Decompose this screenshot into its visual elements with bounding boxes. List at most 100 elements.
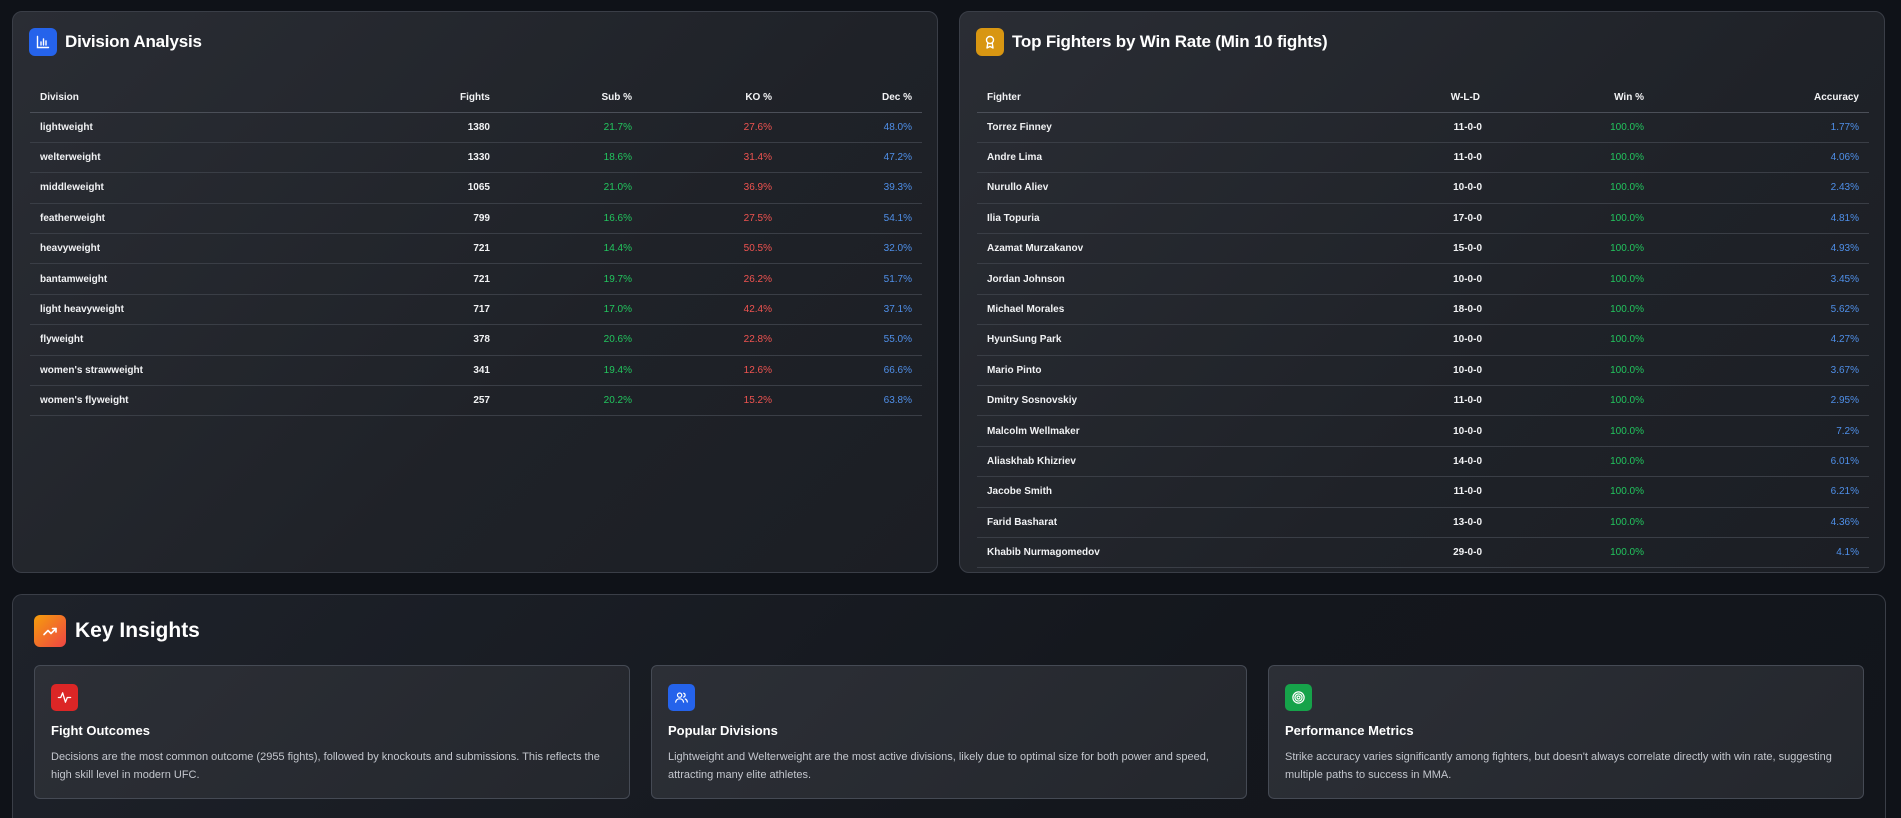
fighter-row[interactable]: Michael Morales 18-0-0 100.0% 5.62% bbox=[977, 294, 1869, 326]
top-fighters-panel: Top Fighters by Win Rate (Min 10 fights)… bbox=[959, 11, 1885, 573]
col-fights[interactable]: Fights bbox=[400, 84, 500, 113]
division-fights: 341 bbox=[400, 355, 500, 387]
division-row[interactable]: featherweight 799 16.6% 27.5% 54.1% bbox=[30, 203, 922, 235]
fighter-row[interactable]: Nurullo Aliev 10-0-0 100.0% 2.43% bbox=[977, 172, 1869, 204]
fighter-row[interactable]: Jordan Johnson 10-0-0 100.0% 3.45% bbox=[977, 263, 1869, 295]
col-ko[interactable]: KO % bbox=[642, 84, 782, 113]
fighter-accuracy: 6.21% bbox=[1654, 476, 1869, 508]
division-row[interactable]: lightweight 1380 21.7% 27.6% 48.0% bbox=[30, 112, 922, 143]
division-sub-pct: 20.2% bbox=[500, 385, 642, 417]
division-name: flyweight bbox=[30, 324, 400, 356]
division-ko-pct: 31.4% bbox=[642, 142, 782, 174]
fighter-win-pct: 100.0% bbox=[1492, 294, 1654, 326]
top-fighters-title: Top Fighters by Win Rate (Min 10 fights) bbox=[1012, 32, 1328, 51]
division-dec-pct: 51.7% bbox=[782, 263, 922, 295]
division-analysis-header: Division Analysis bbox=[29, 28, 202, 56]
award-icon bbox=[976, 28, 1004, 56]
bar-chart-icon bbox=[29, 28, 57, 56]
fighter-accuracy: 4.1% bbox=[1654, 537, 1869, 569]
insight-card-text: Decisions are the most common outcome (2… bbox=[51, 751, 600, 781]
fighter-record: 10-0-0 bbox=[1337, 415, 1492, 447]
fighter-record: 15-0-0 bbox=[1337, 233, 1492, 265]
insight-card-title: Fight Outcomes bbox=[51, 723, 150, 738]
col-division[interactable]: Division bbox=[30, 84, 400, 113]
key-insights-header: Key Insights bbox=[34, 615, 200, 647]
fighter-name: Dmitry Sosnovskiy bbox=[977, 385, 1337, 417]
division-ko-pct: 26.2% bbox=[642, 263, 782, 295]
fighter-accuracy: 6.01% bbox=[1654, 446, 1869, 478]
division-analysis-title: Division Analysis bbox=[65, 32, 202, 51]
fighter-row[interactable]: Azamat Murzakanov 15-0-0 100.0% 4.93% bbox=[977, 233, 1869, 265]
fighter-row[interactable]: Mario Pinto 10-0-0 100.0% 3.67% bbox=[977, 355, 1869, 387]
fighter-row[interactable]: Dmitry Sosnovskiy 11-0-0 100.0% 2.95% bbox=[977, 385, 1869, 417]
users-icon bbox=[668, 684, 695, 711]
fighter-record: 10-0-0 bbox=[1337, 263, 1492, 295]
fighter-row[interactable]: Malcolm Wellmaker 10-0-0 100.0% 7.2% bbox=[977, 415, 1869, 447]
fighter-accuracy: 3.67% bbox=[1654, 355, 1869, 387]
fighter-record: 18-0-0 bbox=[1337, 294, 1492, 326]
division-fights: 1330 bbox=[400, 142, 500, 174]
division-sub-pct: 14.4% bbox=[500, 233, 642, 265]
insight-card-title: Popular Divisions bbox=[668, 723, 778, 738]
fighter-name: Jacobe Smith bbox=[977, 476, 1337, 508]
fighter-record: 10-0-0 bbox=[1337, 172, 1492, 204]
activity-icon bbox=[51, 684, 78, 711]
fighter-row[interactable]: Farid Basharat 13-0-0 100.0% 4.36% bbox=[977, 507, 1869, 538]
fighter-record: 14-0-0 bbox=[1337, 446, 1492, 478]
fighter-win-pct: 100.0% bbox=[1492, 233, 1654, 265]
fighter-accuracy: 4.93% bbox=[1654, 233, 1869, 265]
division-row[interactable]: middleweight 1065 21.0% 36.9% 39.3% bbox=[30, 172, 922, 204]
fighter-row[interactable]: Jacobe Smith 11-0-0 100.0% 6.21% bbox=[977, 476, 1869, 508]
division-sub-pct: 19.4% bbox=[500, 355, 642, 387]
col-sub[interactable]: Sub % bbox=[500, 84, 642, 113]
division-table-body: lightweight 1380 21.7% 27.6% 48.0% welterweig… bbox=[30, 112, 922, 417]
target-icon bbox=[1285, 684, 1312, 711]
fighter-row[interactable]: Aliaskhab Khizriev 14-0-0 100.0% 6.01% bbox=[977, 446, 1869, 478]
division-name: heavyweight bbox=[30, 233, 400, 265]
fighter-win-pct: 100.0% bbox=[1492, 385, 1654, 417]
col-win[interactable]: Win % bbox=[1492, 84, 1654, 113]
fighter-accuracy: 4.27% bbox=[1654, 324, 1869, 356]
fighters-table: Fighter W-L-D Win % Accuracy Torrez Finn… bbox=[977, 84, 1869, 569]
fighter-row[interactable]: Ilia Topuria 17-0-0 100.0% 4.81% bbox=[977, 203, 1869, 235]
division-ko-pct: 22.8% bbox=[642, 324, 782, 356]
division-table-header-row: Division Fights Sub % KO % Dec % bbox=[30, 84, 922, 113]
division-sub-pct: 17.0% bbox=[500, 294, 642, 326]
division-row[interactable]: light heavyweight 717 17.0% 42.4% 37.1% bbox=[30, 294, 922, 326]
division-row[interactable]: flyweight 378 20.6% 22.8% 55.0% bbox=[30, 324, 922, 356]
division-dec-pct: 47.2% bbox=[782, 142, 922, 174]
division-row[interactable]: welterweight 1330 18.6% 31.4% 47.2% bbox=[30, 142, 922, 174]
col-accuracy[interactable]: Accuracy bbox=[1654, 84, 1869, 113]
division-name: welterweight bbox=[30, 142, 400, 174]
division-fights: 378 bbox=[400, 324, 500, 356]
fighter-row[interactable]: Khabib Nurmagomedov 29-0-0 100.0% 4.1% bbox=[977, 537, 1869, 569]
fighter-row[interactable]: Andre Lima 11-0-0 100.0% 4.06% bbox=[977, 142, 1869, 174]
fighter-win-pct: 100.0% bbox=[1492, 537, 1654, 569]
division-ko-pct: 36.9% bbox=[642, 172, 782, 204]
fighter-row[interactable]: Torrez Finney 11-0-0 100.0% 1.77% bbox=[977, 112, 1869, 143]
fighter-row[interactable]: HyunSung Park 10-0-0 100.0% 4.27% bbox=[977, 324, 1869, 356]
fighter-win-pct: 100.0% bbox=[1492, 203, 1654, 235]
division-dec-pct: 48.0% bbox=[782, 112, 922, 143]
division-sub-pct: 16.6% bbox=[500, 203, 642, 235]
col-wld[interactable]: W-L-D bbox=[1337, 84, 1492, 113]
fighter-accuracy: 3.45% bbox=[1654, 263, 1869, 295]
col-fighter[interactable]: Fighter bbox=[977, 84, 1337, 113]
fighter-win-pct: 100.0% bbox=[1492, 355, 1654, 387]
division-row[interactable]: bantamweight 721 19.7% 26.2% 51.7% bbox=[30, 263, 922, 295]
fighter-accuracy: 4.06% bbox=[1654, 142, 1869, 174]
division-dec-pct: 39.3% bbox=[782, 172, 922, 204]
division-row[interactable]: heavyweight 721 14.4% 50.5% 32.0% bbox=[30, 233, 922, 265]
col-dec[interactable]: Dec % bbox=[782, 84, 922, 113]
fighter-accuracy: 5.62% bbox=[1654, 294, 1869, 326]
division-ko-pct: 42.4% bbox=[642, 294, 782, 326]
division-name: women's flyweight bbox=[30, 385, 400, 417]
division-row[interactable]: women's flyweight 257 20.2% 15.2% 63.8% bbox=[30, 385, 922, 417]
fighter-accuracy: 4.36% bbox=[1654, 507, 1869, 538]
fighter-record: 11-0-0 bbox=[1337, 385, 1492, 417]
division-fights: 721 bbox=[400, 263, 500, 295]
fighter-record: 11-0-0 bbox=[1337, 112, 1492, 143]
division-name: light heavyweight bbox=[30, 294, 400, 326]
division-name: women's strawweight bbox=[30, 355, 400, 387]
division-row[interactable]: women's strawweight 341 19.4% 12.6% 66.6% bbox=[30, 355, 922, 387]
